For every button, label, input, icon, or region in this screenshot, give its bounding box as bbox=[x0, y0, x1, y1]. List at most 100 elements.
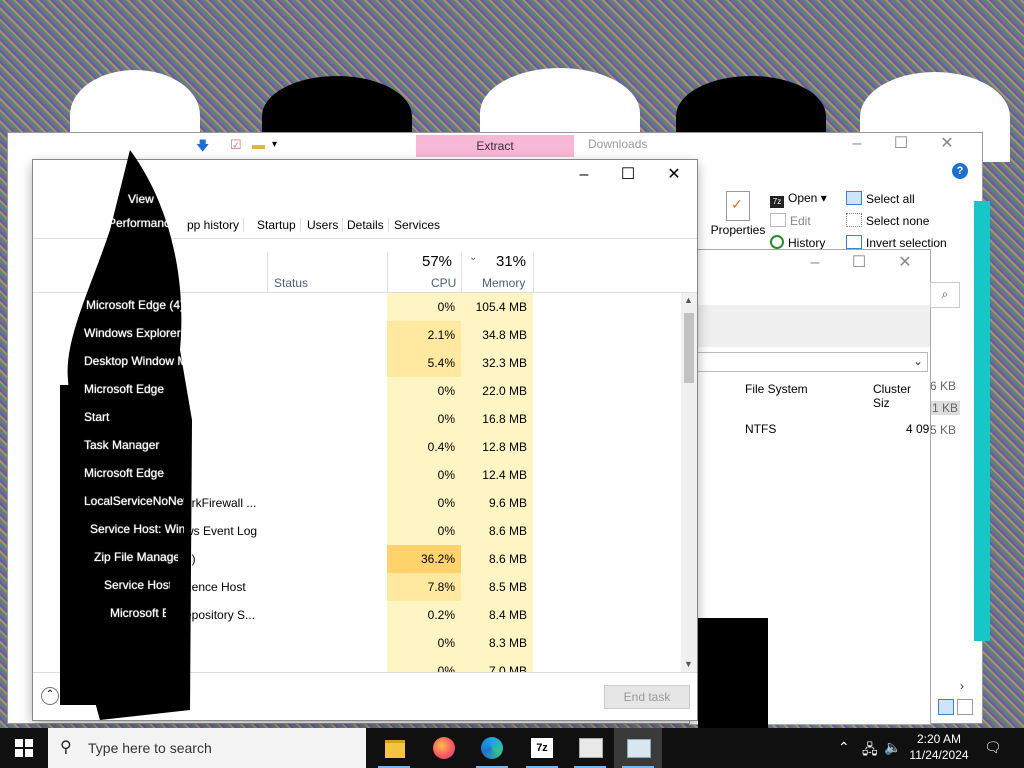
process-memory: 16.8 MB bbox=[461, 405, 533, 433]
tab-app-history[interactable]: pp history bbox=[183, 218, 245, 232]
history-button[interactable]: History bbox=[770, 235, 825, 250]
table-row[interactable]: 0% 12.4 MB bbox=[33, 461, 681, 489]
tab-startup[interactable]: Startup bbox=[253, 218, 301, 232]
taskbar-disk-properties[interactable] bbox=[566, 728, 614, 768]
cluster-size-value: 4 09 bbox=[906, 422, 930, 436]
table-row[interactable]: 0% 8.3 MB bbox=[33, 629, 681, 657]
scrollbar-thumb[interactable] bbox=[684, 313, 694, 383]
taskbar-edge[interactable] bbox=[468, 728, 516, 768]
taskbar-clock[interactable]: 2:20 AM 11/24/2024 bbox=[904, 731, 974, 763]
fewer-details-link[interactable]: Fe bbox=[67, 689, 81, 703]
maximize-icon[interactable]: ☐ bbox=[836, 252, 882, 276]
arrow-down-icon[interactable]: 🡇 bbox=[196, 137, 209, 159]
large-icons-view-icon[interactable] bbox=[957, 699, 974, 715]
tab-users[interactable]: Users bbox=[303, 218, 344, 232]
edit-button[interactable]: Edit bbox=[770, 213, 811, 228]
window-app-icon bbox=[579, 738, 603, 758]
table-row[interactable]: 0% 105.4 MB bbox=[33, 293, 681, 321]
explorer-titlebar[interactable]: 🡇 ☑ ▬ ▾ Extract Downloads – ☐ ✕ bbox=[8, 133, 982, 157]
search-icon[interactable]: ⌕ bbox=[930, 282, 960, 308]
scroll-right-icon[interactable]: › bbox=[960, 679, 964, 693]
properties-button[interactable]: ✓ Properties bbox=[708, 191, 768, 237]
volume-muted-icon[interactable]: 🔈 bbox=[884, 739, 901, 756]
maximize-icon[interactable]: ☐ bbox=[605, 164, 651, 188]
close-icon[interactable]: ✕ bbox=[651, 164, 697, 188]
select-none-label: Select none bbox=[866, 214, 930, 228]
open-button[interactable]: 7z Open ▾ bbox=[770, 191, 827, 208]
close-icon[interactable]: ✕ bbox=[882, 252, 928, 276]
taskbar-file-explorer[interactable] bbox=[370, 728, 418, 768]
maximize-icon[interactable]: ☐ bbox=[878, 133, 924, 157]
new-folder-icon[interactable]: ▬ bbox=[252, 137, 265, 152]
details-view-icon[interactable] bbox=[938, 699, 954, 715]
taskbar-search-box[interactable]: ⚲ Type here to search bbox=[48, 728, 366, 768]
process-cpu: 0% bbox=[387, 629, 461, 657]
column-header-cpu[interactable]: CPU bbox=[431, 276, 456, 290]
process-status: rience Host bbox=[185, 580, 246, 594]
table-row[interactable]: 0% 16.8 MB bbox=[33, 405, 681, 433]
process-memory: 32.3 MB bbox=[461, 349, 533, 377]
fewer-details-icon[interactable]: ⌃ bbox=[41, 687, 59, 705]
properties-check-icon[interactable]: ☑ bbox=[230, 137, 242, 153]
help-icon[interactable]: ? bbox=[952, 163, 968, 179]
start-button[interactable] bbox=[0, 728, 48, 768]
end-task-button[interactable]: End task bbox=[604, 685, 690, 709]
select-all-button[interactable]: Select all bbox=[846, 191, 915, 206]
table-row[interactable]: ws Event Log 0% 8.6 MB bbox=[33, 517, 681, 545]
process-memory: 105.4 MB bbox=[461, 293, 533, 321]
taskbar-task-manager[interactable] bbox=[614, 728, 662, 768]
task-manager-tabs: pp history Startup Users Details Service… bbox=[33, 214, 697, 239]
tab-details[interactable]: Details bbox=[343, 218, 389, 232]
invert-selection-button[interactable]: Invert selection bbox=[846, 235, 947, 250]
minimize-icon[interactable]: – bbox=[834, 133, 880, 157]
toolbar-band bbox=[690, 305, 930, 347]
invert-selection-label: Invert selection bbox=[866, 236, 947, 250]
vertical-scrollbar[interactable]: ▲ ▼ bbox=[681, 293, 697, 673]
cluster-size-header[interactable]: Cluster Siz bbox=[873, 382, 930, 410]
view-toggle-buttons[interactable] bbox=[938, 699, 974, 718]
taskbar-firefox[interactable] bbox=[420, 728, 468, 768]
process-status bbox=[183, 657, 389, 673]
table-row[interactable]: 2) 36.2% 8.6 MB bbox=[33, 545, 681, 573]
close-icon[interactable]: ✕ bbox=[924, 133, 970, 157]
chevron-down-icon[interactable]: ⌄ bbox=[913, 354, 923, 368]
column-header-status[interactable]: Status bbox=[274, 276, 308, 290]
task-manager-window[interactable]: – ☐ ✕ pp history Startup Users Details S… bbox=[33, 160, 697, 720]
scroll-down-icon[interactable]: ▼ bbox=[684, 659, 693, 669]
task-manager-titlebar[interactable]: – ☐ ✕ bbox=[33, 160, 697, 192]
minimize-icon[interactable]: – bbox=[561, 164, 607, 188]
table-row[interactable]: orkFirewall ... 0% 9.6 MB bbox=[33, 489, 681, 517]
taskbar-7zip[interactable]: 7z bbox=[518, 728, 566, 768]
select-none-button[interactable]: Select none bbox=[846, 213, 929, 228]
cpu-total-percent: 57% bbox=[422, 253, 453, 270]
process-cpu: 0.2% bbox=[387, 601, 461, 629]
process-cpu: 0% bbox=[387, 377, 461, 405]
process-memory: 8.3 MB bbox=[461, 629, 533, 657]
open-label: Open bbox=[788, 191, 818, 205]
network-icon[interactable]: 🖧 bbox=[862, 739, 878, 763]
table-row[interactable]: rience Host 7.8% 8.5 MB bbox=[33, 573, 681, 601]
properties-label: Properties bbox=[710, 223, 766, 237]
table-row[interactable]: 0% 22.0 MB bbox=[33, 377, 681, 405]
process-status: epository S... bbox=[185, 608, 256, 622]
process-list[interactable]: 0% 105.4 MB 2.1% 34.8 MB 5.4% 32.3 MB 0% 22.0 M… bbox=[33, 293, 681, 673]
notification-icon[interactable]: 🗨 bbox=[984, 739, 1002, 756]
process-status bbox=[183, 405, 389, 433]
process-cpu: 0% bbox=[387, 517, 461, 545]
table-row[interactable]: 2.1% 34.8 MB bbox=[33, 321, 681, 349]
scroll-up-icon[interactable]: ▲ bbox=[684, 295, 693, 305]
column-header-memory[interactable]: Memory bbox=[482, 276, 525, 290]
process-status bbox=[183, 377, 389, 405]
table-row[interactable]: epository S... 0.2% 8.4 MB bbox=[33, 601, 681, 629]
table-row[interactable]: 0% 7.0 MB bbox=[33, 657, 681, 673]
process-cpu: 0% bbox=[387, 657, 461, 673]
chevron-down-icon[interactable]: ▾ bbox=[272, 139, 277, 150]
extract-tab[interactable]: Extract bbox=[416, 135, 574, 157]
chevron-up-icon[interactable]: ⌃ bbox=[838, 739, 850, 756]
table-row[interactable]: 5.4% 32.3 MB bbox=[33, 349, 681, 377]
tab-services[interactable]: Services bbox=[390, 218, 444, 232]
table-row[interactable]: 0.4% 12.8 MB bbox=[33, 433, 681, 461]
file-system-header[interactable]: File System bbox=[745, 382, 808, 396]
minimize-icon[interactable]: – bbox=[792, 252, 838, 276]
path-dropdown[interactable]: ⌄ bbox=[696, 352, 928, 372]
